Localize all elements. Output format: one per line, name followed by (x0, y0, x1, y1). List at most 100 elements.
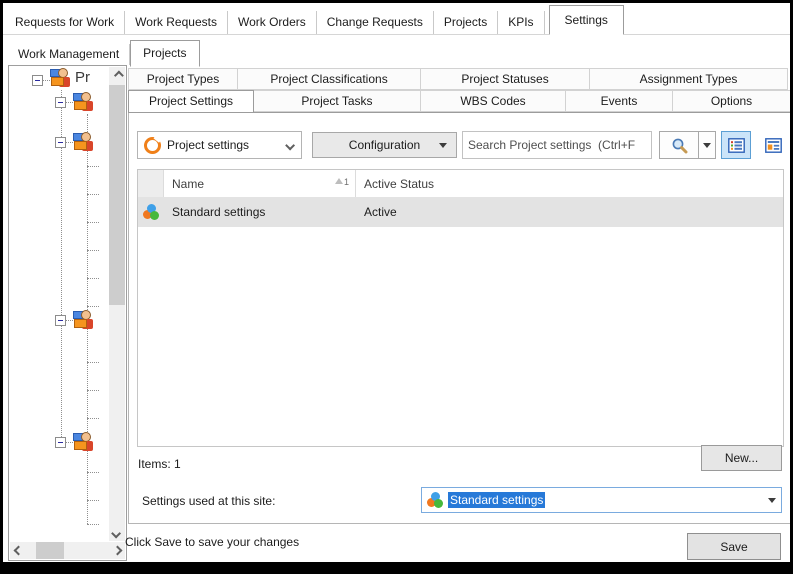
search-icon (660, 132, 699, 158)
tree-connector (87, 524, 99, 525)
chevron-up-icon (113, 70, 124, 80)
project-node-icon (73, 132, 94, 153)
tab-requests-for-work[interactable]: Requests for Work (5, 11, 126, 34)
tree-collapse-toggle[interactable] (55, 137, 66, 148)
tab-options[interactable]: Options (672, 90, 790, 112)
project-tree-panel: Pr (8, 65, 127, 561)
tab-projects-settings[interactable]: Projects (130, 40, 200, 67)
chevron-down-icon (110, 528, 121, 538)
application-window: Requests for Work Work Requests Work Ord… (3, 3, 790, 562)
project-node-icon (73, 92, 94, 113)
search-button[interactable] (659, 131, 716, 159)
category-combobox[interactable]: Project settings (137, 131, 302, 159)
tab-work-requests[interactable]: Work Requests (125, 11, 228, 34)
tab-kpis[interactable]: KPIs (498, 11, 545, 34)
name-column-header[interactable]: Name 1 (164, 170, 356, 197)
tree-vertical-scrollbar[interactable] (109, 67, 125, 541)
tree-collapse-toggle[interactable] (32, 75, 43, 86)
new-button[interactable]: New... (701, 445, 782, 471)
scroll-left-button[interactable] (10, 542, 26, 558)
main-tab-bar: Requests for Work Work Requests Work Ord… (3, 3, 790, 35)
sort-arrow-icon (334, 178, 343, 184)
chevron-down-icon (285, 140, 296, 150)
tab-work-management[interactable]: Work Management (8, 44, 131, 65)
chevron-left-icon (13, 545, 23, 555)
items-count-label: Items: 1 (138, 457, 181, 471)
settings-table: Name 1 Active Status Standard settings A… (137, 169, 784, 447)
configuration-button[interactable]: Configuration (312, 132, 457, 158)
combobox-dropdown-button[interactable] (763, 488, 781, 512)
tab-project-tasks[interactable]: Project Tasks (253, 90, 421, 112)
tree-connector (87, 390, 99, 391)
tree-connector (87, 250, 99, 251)
tree-connector (87, 362, 99, 363)
tree-horizontal-scrollbar[interactable] (10, 542, 125, 559)
site-settings-value: Standard settings (448, 492, 546, 508)
details-view-button[interactable] (721, 131, 751, 159)
tab-assignment-types[interactable]: Assignment Types (589, 68, 788, 90)
tree-connector (43, 80, 50, 81)
category-combobox-value: Project settings (167, 138, 250, 152)
save-button[interactable]: Save (687, 533, 781, 560)
sort-ascending-indicator: 1 (334, 177, 349, 187)
row-status-cell: Active (364, 205, 397, 219)
horizontal-scroll-thumb[interactable] (36, 542, 64, 559)
tab-projects[interactable]: Projects (434, 11, 499, 34)
tree-root-label[interactable]: Pr (75, 69, 90, 86)
dropdown-arrow-icon (439, 143, 447, 148)
project-node-icon (73, 432, 94, 453)
tree-connector (66, 142, 73, 143)
tree-connector (87, 500, 99, 501)
tree-collapse-toggle[interactable] (55, 97, 66, 108)
icon-column-header[interactable] (138, 170, 164, 197)
tab-project-settings[interactable]: Project Settings (128, 90, 254, 113)
row-name-cell: Standard settings (172, 205, 266, 219)
tab-change-requests[interactable]: Change Requests (317, 11, 434, 34)
tab-project-statuses[interactable]: Project Statuses (420, 68, 590, 90)
settings-balls-icon (143, 204, 159, 220)
tree-collapse-toggle[interactable] (55, 437, 66, 448)
row-icon-cell (138, 204, 164, 220)
tree-connector (87, 222, 99, 223)
tree-connector (87, 166, 99, 167)
project-settings-content: Project settings Configuration Search Pr… (128, 112, 790, 524)
tree-connector (87, 472, 99, 473)
tree-connector (66, 320, 73, 321)
name-column-label: Name (172, 176, 205, 191)
table-row[interactable]: Standard settings Active (138, 197, 783, 227)
vertical-scroll-thumb[interactable] (109, 85, 125, 305)
scroll-up-button[interactable] (109, 67, 125, 83)
refresh-ring-icon (144, 136, 161, 154)
scroll-down-button[interactable] (109, 525, 125, 541)
scroll-right-button[interactable] (109, 542, 125, 558)
dropdown-arrow-icon (703, 142, 711, 148)
active-status-column-header[interactable]: Active Status (356, 170, 783, 197)
dropdown-arrow-icon (768, 497, 776, 503)
project-node-icon (73, 310, 94, 331)
details-view-icon (727, 137, 745, 153)
tree-connector (87, 194, 99, 195)
project-node-icon (50, 68, 71, 89)
tab-events[interactable]: Events (565, 90, 673, 112)
tab-work-orders[interactable]: Work Orders (228, 11, 317, 34)
tree-collapse-toggle[interactable] (55, 315, 66, 326)
chevron-right-icon (112, 545, 122, 555)
tab-wbs-codes[interactable]: WBS Codes (420, 90, 566, 112)
site-settings-label: Settings used at this site: (142, 494, 276, 508)
search-options-arrow[interactable] (699, 132, 715, 158)
tree-connector (87, 278, 99, 279)
tree-connector (87, 418, 99, 419)
search-input[interactable] (462, 131, 652, 159)
tab-project-classifications[interactable]: Project Classifications (237, 68, 421, 90)
tree-connector (87, 306, 99, 307)
tab-settings[interactable]: Settings (548, 5, 624, 35)
save-hint-text: Click Save to save your changes (125, 535, 300, 549)
card-view-icon (764, 137, 782, 153)
settings-balls-icon (427, 492, 443, 508)
card-view-button[interactable] (758, 131, 788, 159)
configuration-button-label: Configuration (348, 138, 421, 152)
site-settings-combobox[interactable]: Standard settings (421, 487, 782, 513)
status-column-label: Active Status (364, 176, 435, 191)
settings-category-tabs-row2: Project Settings Project Tasks WBS Codes… (128, 90, 790, 113)
tab-project-types[interactable]: Project Types (128, 68, 238, 90)
